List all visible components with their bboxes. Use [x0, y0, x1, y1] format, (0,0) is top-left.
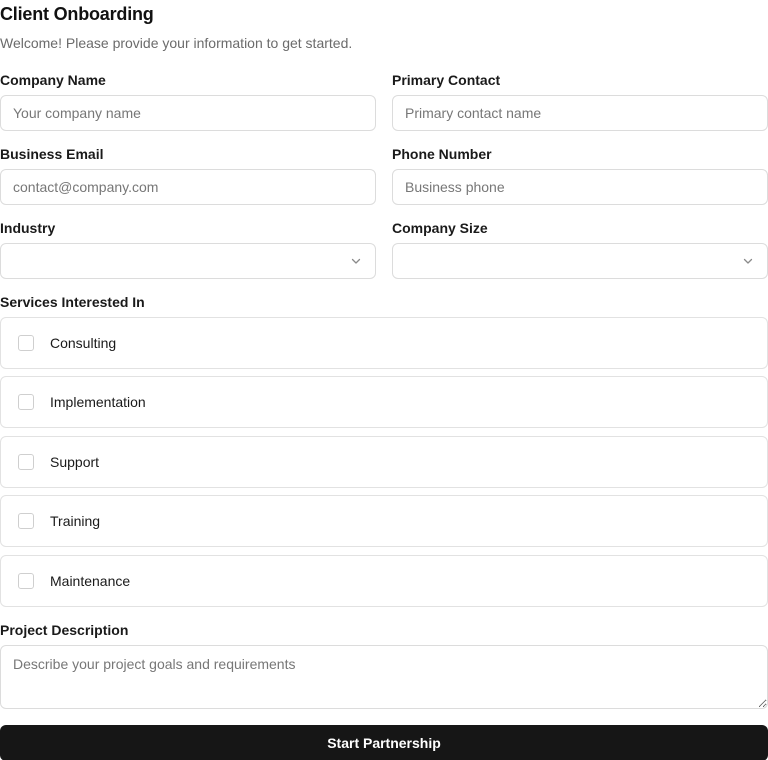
primary-contact-input[interactable]	[392, 95, 768, 131]
company-name-label: Company Name	[0, 72, 106, 88]
checkbox[interactable]	[18, 454, 34, 470]
chevron-down-icon	[743, 258, 753, 264]
checkbox[interactable]	[18, 335, 34, 351]
project-description-label: Project Description	[0, 622, 129, 638]
checkbox[interactable]	[18, 513, 34, 529]
company-size-label: Company Size	[392, 220, 488, 236]
start-partnership-button[interactable]: Start Partnership	[0, 725, 768, 760]
service-option-label: Implementation	[50, 394, 146, 410]
industry-select[interactable]	[0, 243, 376, 279]
company-name-input[interactable]	[0, 95, 376, 131]
page-title: Client Onboarding	[0, 4, 154, 24]
business-email-input[interactable]	[0, 169, 376, 205]
service-option-consulting[interactable]: Consulting	[0, 317, 768, 369]
service-option-label: Support	[50, 454, 100, 470]
service-option-implementation[interactable]: Implementation	[0, 376, 768, 428]
service-option-maintenance[interactable]: Maintenance	[0, 555, 768, 607]
chevron-down-icon	[351, 258, 361, 264]
checkbox[interactable]	[18, 394, 34, 410]
service-option-support[interactable]: Support	[0, 436, 768, 488]
service-option-label: Consulting	[50, 335, 117, 351]
company-size-select[interactable]	[392, 243, 768, 279]
industry-label: Industry	[0, 220, 56, 236]
project-description-textarea[interactable]	[0, 645, 768, 709]
checkbox[interactable]	[18, 573, 34, 589]
service-option-training[interactable]: Training	[0, 495, 768, 547]
page-subtitle: Welcome! Please provide your information…	[0, 35, 353, 51]
service-option-label: Training	[50, 513, 101, 529]
business-email-label: Business Email	[0, 146, 104, 162]
phone-number-label: Phone Number	[392, 146, 492, 162]
services-label: Services Interested In	[0, 294, 145, 310]
service-option-label: Maintenance	[50, 573, 131, 589]
phone-number-input[interactable]	[392, 169, 768, 205]
primary-contact-label: Primary Contact	[392, 72, 501, 88]
onboarding-form: Client Onboarding Welcome! Please provid…	[0, 0, 768, 760]
